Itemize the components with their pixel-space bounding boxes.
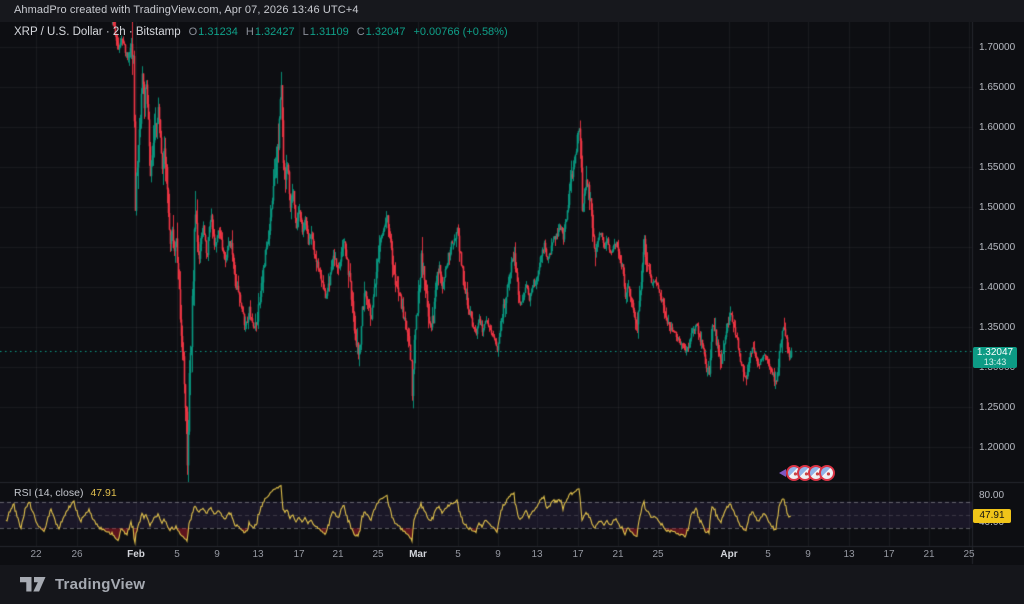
tradingview-logo[interactable]: TradingView (20, 576, 145, 593)
time-axis-label: 22 (30, 549, 42, 560)
price-axis-label: 1.20000 (979, 442, 1016, 453)
rsi-axis-label: 80.00 (979, 490, 1005, 501)
time-axis-label: 13 (252, 549, 264, 560)
time-axis-label: 26 (71, 549, 83, 560)
time-axis-label: 5 (174, 549, 180, 560)
symbol-legend: XRP / U.S. Dollar · 2h · Bitstamp O 1.312… (14, 26, 508, 38)
time-axis-label: 9 (805, 549, 811, 560)
time-axis[interactable]: 22 26 Feb 5 9 13 17 21 25 Mar 5 9 13 17 21 25 Apr 5 9 13 17 2… (0, 547, 975, 565)
time-axis-label: 9 (495, 549, 501, 560)
time-axis-label: 25 (372, 549, 384, 560)
time-axis-label: 17 (883, 549, 895, 560)
tradingview-brand-text: TradingView (55, 576, 146, 593)
rsi-value-label: 47.91 (973, 509, 1011, 523)
price-axis-label: 1.35000 (979, 322, 1016, 333)
time-axis-label: Mar (409, 549, 427, 560)
time-axis-label: 5 (765, 549, 771, 560)
time-axis-label: 21 (923, 549, 935, 560)
rsi-current-value: 47.91 (90, 487, 117, 499)
time-axis-label: 25 (963, 549, 975, 560)
time-axis-label: 25 (652, 549, 664, 560)
price-axis-label: 1.60000 (979, 122, 1016, 133)
price-axis[interactable]: 1.32047 13:43 47.91 1.70000 1.65000 1.6000… (972, 22, 1024, 565)
price-axis-label: 1.70000 (979, 42, 1016, 53)
footer-bar: TradingView (0, 565, 1024, 604)
price-axis-label: 1.65000 (979, 82, 1016, 93)
flag-sticker-icon[interactable] (819, 465, 835, 481)
sticker-group (779, 465, 835, 481)
rsi-legend: RSI (14, close) 47.91 (14, 487, 117, 499)
tradingview-logo-icon (20, 577, 46, 592)
time-axis-label: 9 (214, 549, 220, 560)
price-axis-label: 1.45000 (979, 242, 1016, 253)
credit-text: AhmadPro created with TradingView.com, A… (14, 4, 359, 16)
change-value: +0.00766 (+0.58%) (413, 26, 508, 38)
cursor-arrow-icon (779, 469, 786, 477)
price-chart-canvas[interactable] (0, 22, 1024, 565)
price-axis-label: 1.50000 (979, 202, 1016, 213)
time-axis-label: 13 (843, 549, 855, 560)
top-bar: AhmadPro created with TradingView.com, A… (0, 0, 1024, 22)
price-axis-label: 1.25000 (979, 402, 1016, 413)
time-axis-label: Feb (127, 549, 145, 560)
ohlc-low: L 1.31109 (302, 26, 349, 38)
time-axis-label: 13 (531, 549, 543, 560)
time-axis-label: 17 (572, 549, 584, 560)
symbol-title[interactable]: XRP / U.S. Dollar · 2h · Bitstamp (14, 26, 181, 38)
time-axis-label: 21 (612, 549, 624, 560)
time-axis-label: 5 (455, 549, 461, 560)
time-axis-label: 21 (332, 549, 344, 560)
price-axis-label: 1.55000 (979, 162, 1016, 173)
ohlc-high: H 1.32427 (245, 26, 295, 38)
price-axis-label: 1.40000 (979, 282, 1016, 293)
rsi-title[interactable]: RSI (14, close) (14, 487, 83, 499)
chart-area: XRP / U.S. Dollar · 2h · Bitstamp O 1.312… (0, 22, 1024, 565)
time-axis-label: 17 (293, 549, 305, 560)
bar-countdown: 13:43 (983, 357, 1007, 367)
ohlc-open: O 1.31234 (188, 26, 238, 38)
last-price-label: 1.32047 13:43 (973, 347, 1017, 368)
ohlc-close: C 1.32047 (356, 26, 406, 38)
time-axis-label: Apr (720, 549, 738, 560)
